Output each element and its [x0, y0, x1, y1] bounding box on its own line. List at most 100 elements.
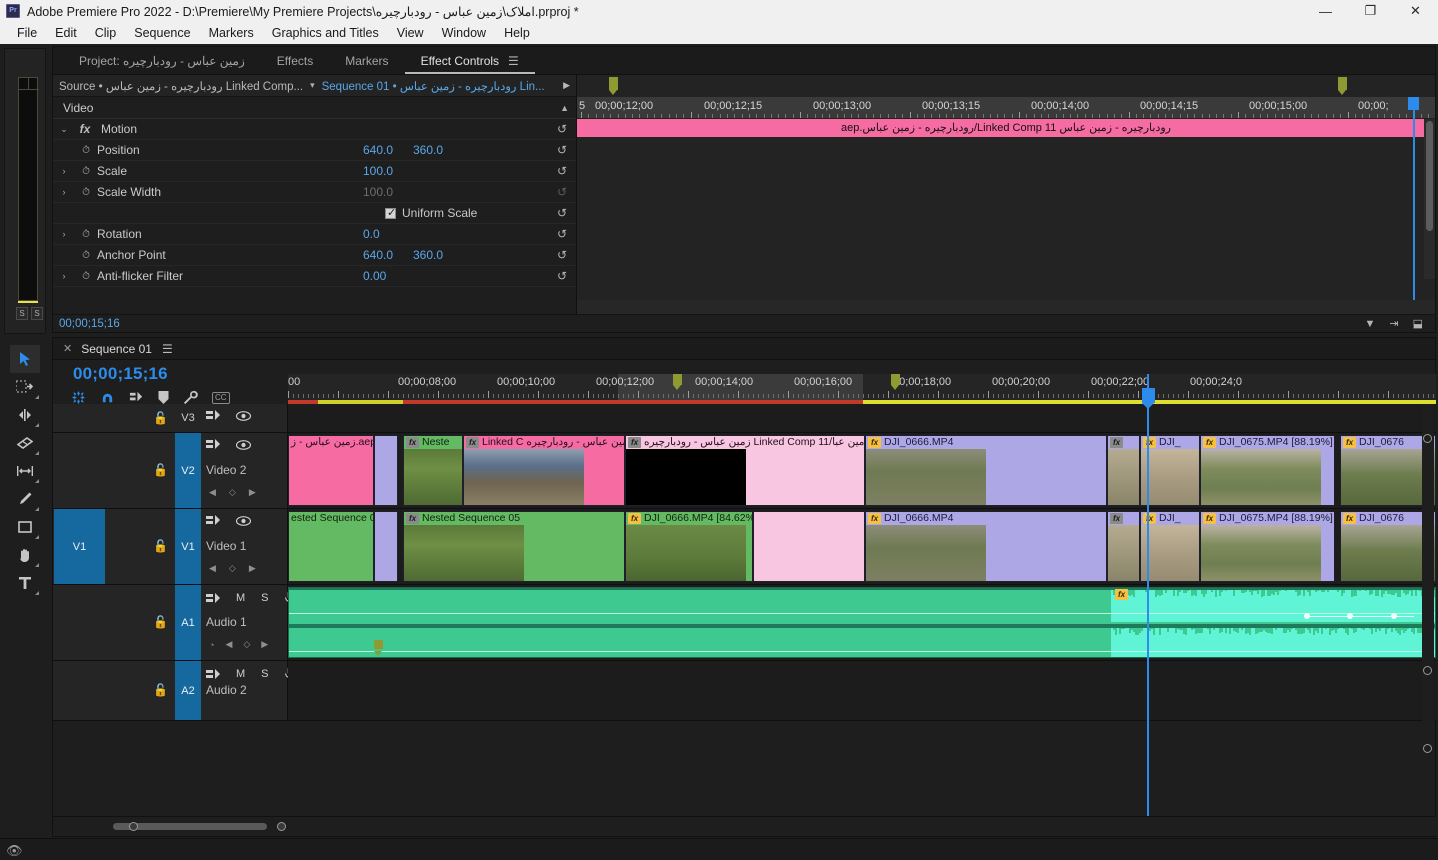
hamburger-icon[interactable]: ☰ — [508, 54, 519, 68]
timeline-clip[interactable]: fx زمین عباس - رودبارچیره Linked Comp 11/… — [625, 435, 865, 506]
timeline-clip[interactable] — [374, 435, 398, 506]
ec-property-value[interactable]: 640.0 — [363, 143, 393, 157]
timeline-ruler[interactable]: 00 00;00;08;00 00;00;10;00 00;00;12;00 00;00… — [288, 374, 1436, 400]
timeline-vertical-scrollbar[interactable] — [1422, 404, 1434, 816]
ripple-edit-tool[interactable] — [10, 401, 40, 429]
ec-property-value[interactable]: 0.00 — [363, 269, 386, 283]
next-keyframe-icon[interactable]: ▶ — [261, 639, 268, 650]
toggle-track-output-icon[interactable] — [236, 515, 251, 526]
stopwatch-icon[interactable]: ⏱ — [75, 250, 97, 261]
mute-button[interactable]: M — [236, 668, 245, 680]
timeline-clip[interactable]: fx DJI_0666.MP4 [84.62%] — [625, 511, 753, 582]
transition-icon[interactable]: ⇥ — [1389, 317, 1398, 330]
track-lock-icon[interactable]: 🔓 — [153, 615, 168, 629]
timeline-clip[interactable]: fx — [1107, 435, 1140, 506]
eye-slash-icon[interactable]: 👁 — [6, 843, 23, 859]
hamburger-icon[interactable]: ☰ — [162, 342, 173, 356]
selection-tool[interactable] — [10, 345, 40, 373]
stopwatch-icon[interactable]: ⏱ — [75, 166, 97, 177]
timeline-clip[interactable]: زمین عباس - ز.aep — [288, 435, 374, 506]
effect-controls-vertical-scrollbar[interactable] — [1424, 119, 1435, 279]
tab-sequence-01[interactable]: Sequence 01 — [81, 342, 152, 356]
track-lock-icon[interactable]: 🔓 — [153, 683, 168, 697]
rate-stretch-tool[interactable] — [10, 429, 40, 457]
timeline-clip[interactable]: fx — [1107, 511, 1140, 582]
effect-controls-clip-bar[interactable]: رودبارچیره - زمین عباس Linked Comp 11/رو… — [577, 119, 1435, 137]
effect-controls-timeline[interactable]: 5 00;00;12;00 00;00;12;15 00;00;13;00 00;00;… — [577, 75, 1435, 332]
timeline-clip[interactable]: fx Linked C زمین عباس - رودبارچیره — [463, 435, 625, 506]
toggle-track-output-icon[interactable] — [236, 439, 251, 450]
chevron-right-icon[interactable]: ▶ — [563, 80, 576, 91]
mute-button[interactable]: M — [236, 592, 245, 604]
ec-property-row[interactable]: › ⏱ Scale Width 100.0 ↺ — [53, 182, 576, 203]
ec-property-row[interactable]: › ⏱ Scale 100.0 ↺ — [53, 161, 576, 182]
menu-markers[interactable]: Markers — [200, 24, 263, 42]
ec-property-value[interactable]: 100.0 — [363, 164, 393, 178]
ec-property-row[interactable]: Uniform Scale ↺ — [53, 203, 576, 224]
add-keyframe-icon[interactable]: ◇ — [243, 639, 250, 650]
rectangle-tool[interactable] — [10, 513, 40, 541]
add-keyframe-icon[interactable]: ◇ — [229, 487, 236, 498]
target-track-icon[interactable] — [206, 410, 220, 421]
reset-parameter-icon[interactable]: ↺ — [557, 122, 567, 136]
solo-button[interactable]: S — [261, 668, 268, 680]
stopwatch-icon[interactable]: ⏱ — [75, 229, 97, 240]
twirl-icon[interactable]: › — [53, 187, 75, 197]
maximize-button[interactable]: ❐ — [1348, 0, 1393, 22]
track-lock-icon[interactable]: 🔓 — [153, 411, 168, 425]
hand-tool[interactable] — [10, 541, 40, 569]
close-icon[interactable]: ✕ — [63, 342, 72, 355]
effect-controls-ruler[interactable]: 5 00;00;12;00 00;00;12;15 00;00;13;00 00;00;… — [577, 97, 1435, 119]
sequence-marker[interactable] — [891, 374, 900, 390]
track-number-V2[interactable]: V2 — [175, 433, 201, 508]
target-track-icon[interactable] — [206, 668, 220, 680]
track-clips[interactable] — [288, 661, 1436, 720]
menu-edit[interactable]: Edit — [46, 24, 86, 42]
reset-parameter-icon[interactable]: ↺ — [557, 206, 567, 220]
stopwatch-icon[interactable]: ⏱ — [75, 187, 97, 198]
ec-property-row[interactable]: ⏱ Anchor Point 640.0 360.0 ↺ — [53, 245, 576, 266]
reset-parameter-icon[interactable]: ↺ — [557, 164, 567, 178]
track-select-forward-tool[interactable] — [10, 373, 40, 401]
ec-tab-0[interactable]: Project: زمین عباس - رودبارچیره — [63, 48, 261, 74]
keyframe-nav[interactable]: ◔ ◀ ◇ ▶ — [209, 639, 268, 650]
ec-property-value[interactable]: 360.0 — [413, 143, 443, 157]
cc-icon[interactable]: CC — [212, 391, 230, 404]
ec-property-row[interactable]: ⌄ fx Motion ↺ — [53, 119, 576, 140]
menu-view[interactable]: View — [388, 24, 433, 42]
keyframe-nav[interactable]: ◀ ◇ ▶ — [209, 487, 256, 498]
stopwatch-icon[interactable]: ⏱ — [75, 145, 97, 156]
target-track-icon[interactable] — [206, 515, 220, 526]
ec-tab-2[interactable]: Markers — [329, 48, 404, 74]
timeline-clip[interactable]: fx Neste — [403, 435, 463, 506]
source-patch-V1[interactable]: V1 — [54, 509, 105, 584]
toggle-track-output-icon[interactable] — [236, 410, 251, 421]
effect-controls-playhead-head[interactable] — [1408, 97, 1419, 110]
volume-icon[interactable]: ◔ — [209, 640, 214, 650]
menu-window[interactable]: Window — [433, 24, 495, 42]
timeline-playhead-head[interactable] — [1142, 388, 1155, 409]
close-button[interactable]: ✕ — [1393, 0, 1438, 22]
next-keyframe-icon[interactable]: ▶ — [249, 563, 256, 574]
snap-markers-icon[interactable] — [71, 390, 86, 405]
track-lock-icon[interactable]: 🔓 — [153, 463, 168, 477]
slip-tool[interactable] — [10, 457, 40, 485]
clip-marker[interactable] — [374, 640, 383, 656]
ec-property-value[interactable]: 360.0 — [413, 248, 443, 262]
reset-parameter-icon[interactable]: ↺ — [557, 185, 567, 199]
sequence-marker[interactable] — [673, 374, 682, 390]
audio-clip[interactable]: LRfx — [288, 587, 1436, 658]
wrench-icon[interactable] — [183, 390, 198, 405]
timeline-clip[interactable]: fx DJI_0675.MP4 [88.19%] — [1200, 435, 1335, 506]
timeline-marker[interactable] — [609, 77, 618, 95]
track-number-A2[interactable]: A2 — [175, 661, 201, 720]
timeline-clip[interactable] — [753, 511, 865, 582]
target-track-icon[interactable] — [206, 439, 220, 450]
chevron-down-icon[interactable]: ▾ — [303, 80, 322, 91]
track-number-A1[interactable]: A1 — [175, 585, 201, 660]
target-track-icon[interactable] — [206, 592, 220, 604]
prev-keyframe-icon[interactable]: ◀ — [225, 639, 232, 650]
timeline-clip[interactable]: fx DJI_0666.MP4 — [865, 511, 1107, 582]
timeline-horizontal-scrollbar[interactable] — [105, 821, 286, 832]
volume-keyframe[interactable] — [1347, 613, 1353, 619]
